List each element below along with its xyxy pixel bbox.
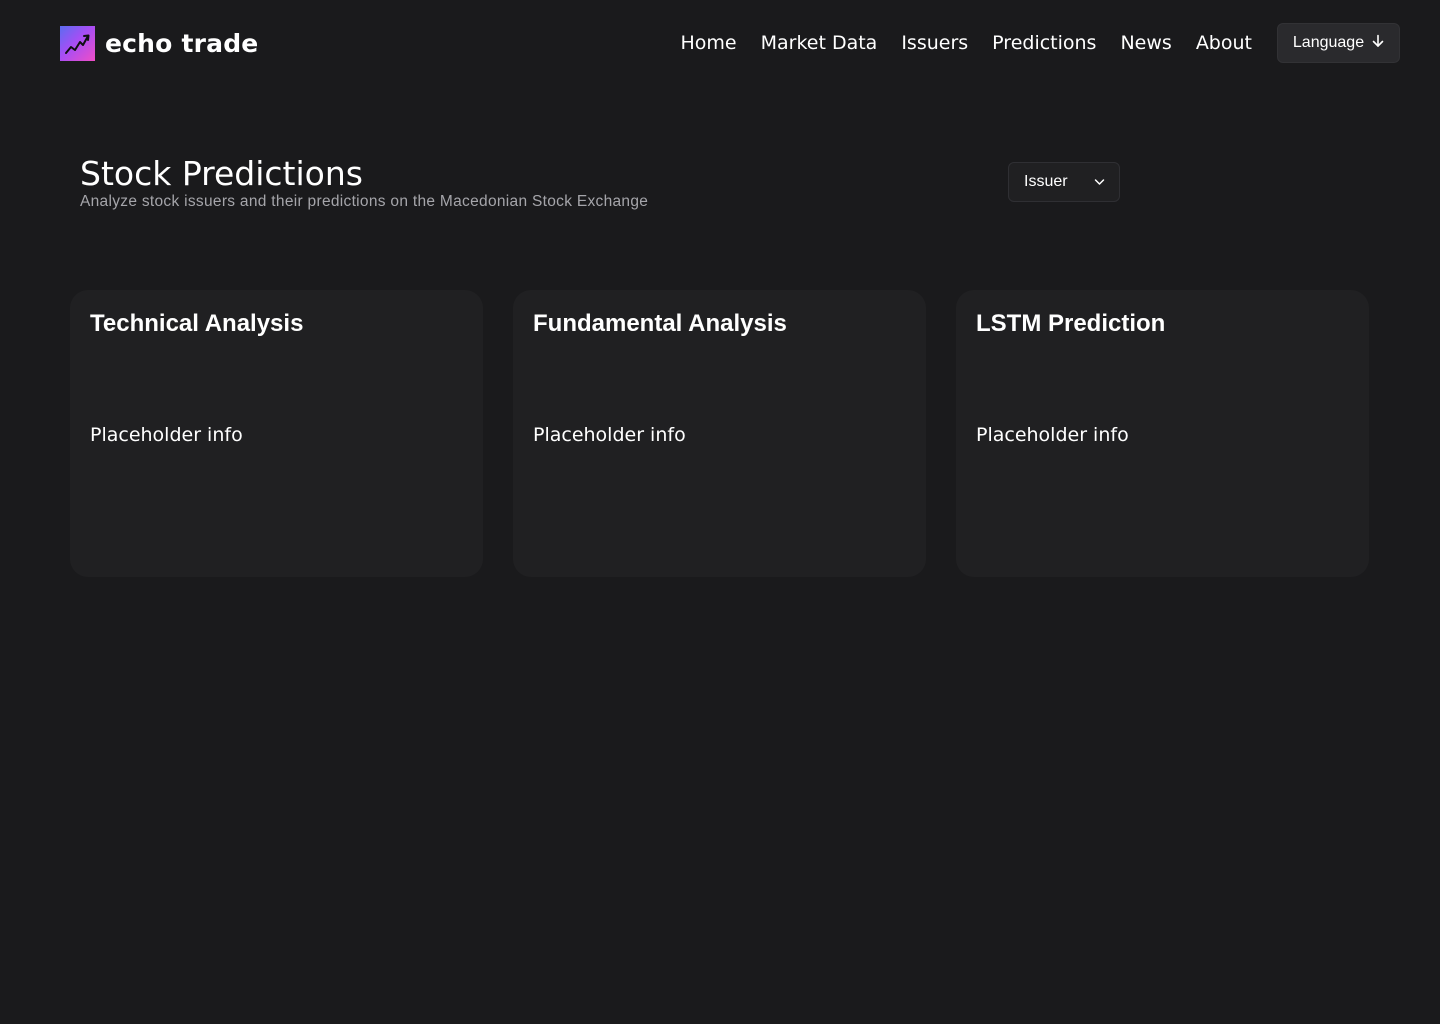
nav-home[interactable]: Home [681, 32, 737, 54]
card-title: LSTM Prediction [976, 310, 1166, 337]
page-subtitle: Analyze stock issuers and their predicti… [80, 193, 649, 210]
nav-news[interactable]: News [1120, 32, 1171, 54]
chevron-down-icon [1094, 173, 1105, 191]
language-button[interactable]: Language [1277, 23, 1400, 63]
technical-analysis-card: Technical Analysis Placeholder info [70, 290, 483, 577]
language-button-label: Language [1292, 34, 1365, 51]
card-title: Fundamental Analysis [533, 310, 787, 337]
main-nav: Home Market Data Issuers Predictions New… [681, 32, 1253, 54]
issuer-select[interactable]: Issuer [1008, 162, 1120, 202]
card-body: Placeholder info [90, 424, 243, 446]
brand[interactable]: echo trade [60, 26, 258, 61]
arrow-down-icon [1372, 34, 1384, 53]
nav-about[interactable]: About [1196, 32, 1252, 54]
card-body: Placeholder info [533, 424, 686, 446]
fundamental-analysis-card: Fundamental Analysis Placeholder info [513, 290, 926, 577]
card-body: Placeholder info [976, 424, 1129, 446]
site-header: echo trade Home Market Data Issuers Pred… [0, 0, 1440, 90]
brand-name: echo trade [105, 29, 259, 58]
nav-issuers[interactable]: Issuers [901, 32, 968, 54]
nav-predictions[interactable]: Predictions [992, 32, 1096, 54]
lstm-prediction-card: LSTM Prediction Placeholder info [956, 290, 1369, 577]
card-title: Technical Analysis [90, 310, 304, 337]
trending-chart-icon [60, 26, 95, 61]
issuer-select-value: Issuer [1024, 173, 1068, 190]
nav-market-data[interactable]: Market Data [761, 32, 878, 54]
page-title: Stock Predictions [80, 154, 363, 193]
